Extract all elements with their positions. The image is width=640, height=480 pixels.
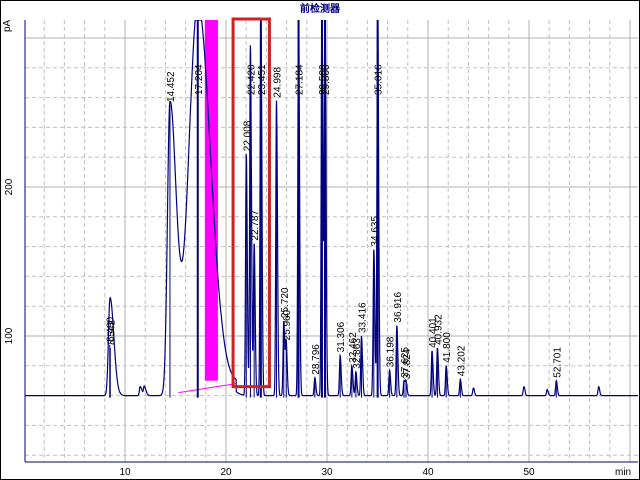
- peak-label: 43.202: [456, 345, 467, 376]
- peak-label: 31.306: [336, 321, 347, 352]
- y-tick-label: 100: [4, 327, 15, 344]
- peak-label: 36.916: [393, 292, 404, 323]
- baseline-integration-line: [178, 383, 237, 394]
- peak-label: 17.204: [194, 64, 205, 95]
- peak-label: 22.787: [250, 210, 261, 241]
- peak-label: 41.800: [442, 332, 453, 363]
- y-tick-label: 200: [4, 178, 15, 195]
- peak-label: 36.198: [386, 336, 397, 367]
- peak-label: 27.184: [295, 64, 306, 95]
- peak-label: 25.960: [282, 309, 293, 340]
- peak-label: 23.451: [257, 64, 268, 95]
- peak-label: 33.416: [358, 302, 369, 333]
- peak-label: 24.998: [272, 67, 283, 98]
- peak-label: 22.420: [246, 64, 257, 95]
- peak-label: 34.635: [370, 216, 381, 247]
- peak-label: 8.542: [106, 319, 117, 344]
- peak-label: 22.008: [242, 120, 253, 151]
- integrated-area-fill: [204, 20, 218, 381]
- x-tick-label: 40: [422, 467, 434, 478]
- peak-label: 28.796: [311, 344, 322, 375]
- chromatogram-plot: 10 20 30 40 50 min1002008.4908.54214.452 17.20…: [4, 17, 638, 478]
- peak-label: 35.016: [374, 64, 385, 95]
- peak-label: 14.452: [166, 71, 177, 102]
- peak-label: 29.800: [321, 64, 332, 95]
- peak-label: 37.824: [402, 348, 413, 379]
- x-tick-label: 50: [523, 467, 535, 478]
- peak-label: 52.701: [552, 347, 563, 378]
- x-tick-label: 10: [119, 467, 131, 478]
- x-axis-label: min: [615, 467, 631, 478]
- x-tick-label: 20: [220, 467, 232, 478]
- x-tick-label: 30: [321, 467, 333, 478]
